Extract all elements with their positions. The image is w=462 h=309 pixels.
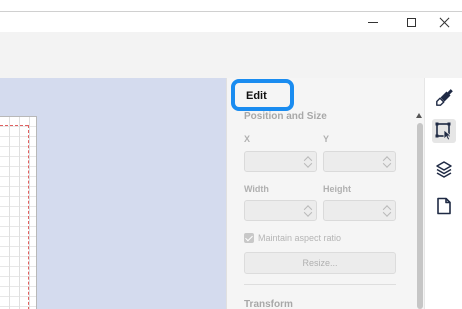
resize-button[interactable]: Resize... (244, 252, 396, 274)
width-label: Width (244, 184, 269, 194)
minimize-button[interactable] (358, 13, 388, 31)
titlebar-divider (0, 11, 462, 12)
edit-button[interactable] (432, 119, 456, 143)
minimize-icon (368, 21, 378, 23)
position-size-heading: Position and Size (244, 111, 327, 122)
maintain-aspect-ratio[interactable]: Maintain aspect ratio (244, 233, 341, 243)
drawing-canvas[interactable] (0, 78, 226, 309)
layers-icon (436, 161, 452, 178)
scroll-up-arrow-icon[interactable] (416, 113, 422, 118)
style-button[interactable] (432, 86, 456, 110)
right-tool-rail (424, 78, 462, 309)
page-margin-top (0, 125, 28, 126)
y-input[interactable] (323, 151, 396, 172)
aspect-ratio-checkbox[interactable] (244, 233, 254, 243)
paint-brush-icon (436, 89, 453, 106)
y-label: Y (323, 134, 330, 144)
height-input[interactable] (323, 200, 396, 221)
toolbar (0, 32, 462, 78)
page-grid (0, 117, 36, 309)
x-stepper-icon[interactable] (305, 156, 312, 168)
page-margin-right (28, 125, 29, 309)
close-button[interactable] (429, 13, 459, 31)
maximize-icon (406, 17, 416, 27)
height-stepper-icon[interactable] (384, 205, 391, 217)
format-panel: Edit Position and Size X Y Width Height … (226, 78, 424, 309)
page-button[interactable] (432, 194, 456, 218)
maximize-button[interactable] (396, 13, 426, 31)
width-input[interactable] (244, 200, 317, 221)
edit-tab-highlight (231, 79, 294, 111)
select-arrange-icon (435, 122, 453, 141)
close-icon (439, 17, 450, 28)
page-sheet[interactable] (0, 116, 37, 309)
x-input[interactable] (244, 151, 317, 172)
width-stepper-icon[interactable] (305, 205, 312, 217)
x-label: X (244, 134, 251, 144)
height-label: Height (323, 184, 351, 194)
scrollbar-thumb[interactable] (417, 123, 423, 309)
section-divider (244, 284, 396, 285)
y-stepper-icon[interactable] (384, 156, 391, 168)
aspect-ratio-label: Maintain aspect ratio (258, 233, 342, 243)
transform-heading: Transform (244, 299, 293, 309)
layers-button[interactable] (432, 157, 456, 181)
page-icon (437, 197, 451, 215)
